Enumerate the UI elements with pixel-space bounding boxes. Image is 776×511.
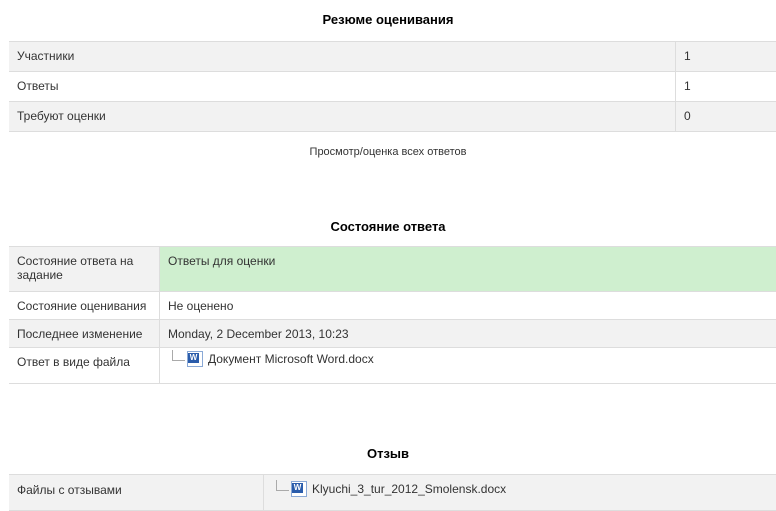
feedback-file: W Klyuchi_3_tur_2012_Smolensk.docx [272,480,506,498]
submission-status-table: Состояние ответа на задание Ответы для о… [9,246,776,384]
table-row: Последнее изменение Monday, 2 December 2… [9,320,776,348]
status-value-submission: Ответы для оценки [160,247,776,292]
feedback-value-files: W Klyuchi_3_tur_2012_Smolensk.docx [264,475,776,511]
status-label-file-submission: Ответ в виде файла [9,348,160,384]
summary-value-participants: 1 [676,42,776,72]
grading-summary-heading: Резюме оценивания [0,12,776,27]
table-row: Требуют оценки 0 [9,102,776,132]
word-file-icon: W [291,481,307,497]
table-row: Файлы с отзывами W Klyuchi_3_tur_2012_Smo… [9,475,776,511]
table-row: Ответ в виде файла W Документ Microsoft W… [9,348,776,384]
status-value-file-submission: W Документ Microsoft Word.docx [160,348,776,384]
summary-label-participants: Участники [9,42,676,72]
status-value-last-modified: Monday, 2 December 2013, 10:23 [160,320,776,348]
table-row: Состояние оценивания Не оценено [9,292,776,320]
table-row: Участники 1 [9,42,776,72]
summary-value-submitted: 1 [676,72,776,102]
status-value-grading: Не оценено [160,292,776,320]
feedback-heading: Отзыв [0,446,776,461]
submitted-file-link[interactable]: Документ Microsoft Word.docx [208,352,374,366]
feedback-file-link[interactable]: Klyuchi_3_tur_2012_Smolensk.docx [312,482,506,496]
view-all-submissions-link[interactable]: Просмотр/оценка всех ответов [0,146,776,158]
tree-connector-icon [276,480,289,491]
feedback-table: Файлы с отзывами W Klyuchi_3_tur_2012_Smo… [9,474,776,511]
status-label-submission: Состояние ответа на задание [9,247,160,292]
submitted-file: W Документ Microsoft Word.docx [168,350,374,368]
summary-value-needs-grading: 0 [676,102,776,132]
submission-status-heading: Состояние ответа [0,219,776,234]
status-label-last-modified: Последнее изменение [9,320,160,348]
word-file-icon: W [187,351,203,367]
tree-connector-icon [172,350,185,361]
table-row: Состояние ответа на задание Ответы для о… [9,247,776,292]
summary-label-needs-grading: Требуют оценки [9,102,676,132]
table-row: Ответы 1 [9,72,776,102]
status-label-grading: Состояние оценивания [9,292,160,320]
summary-label-submitted: Ответы [9,72,676,102]
grading-summary-table: Участники 1 Ответы 1 Требуют оценки 0 [9,41,776,132]
feedback-label-files: Файлы с отзывами [9,475,264,511]
